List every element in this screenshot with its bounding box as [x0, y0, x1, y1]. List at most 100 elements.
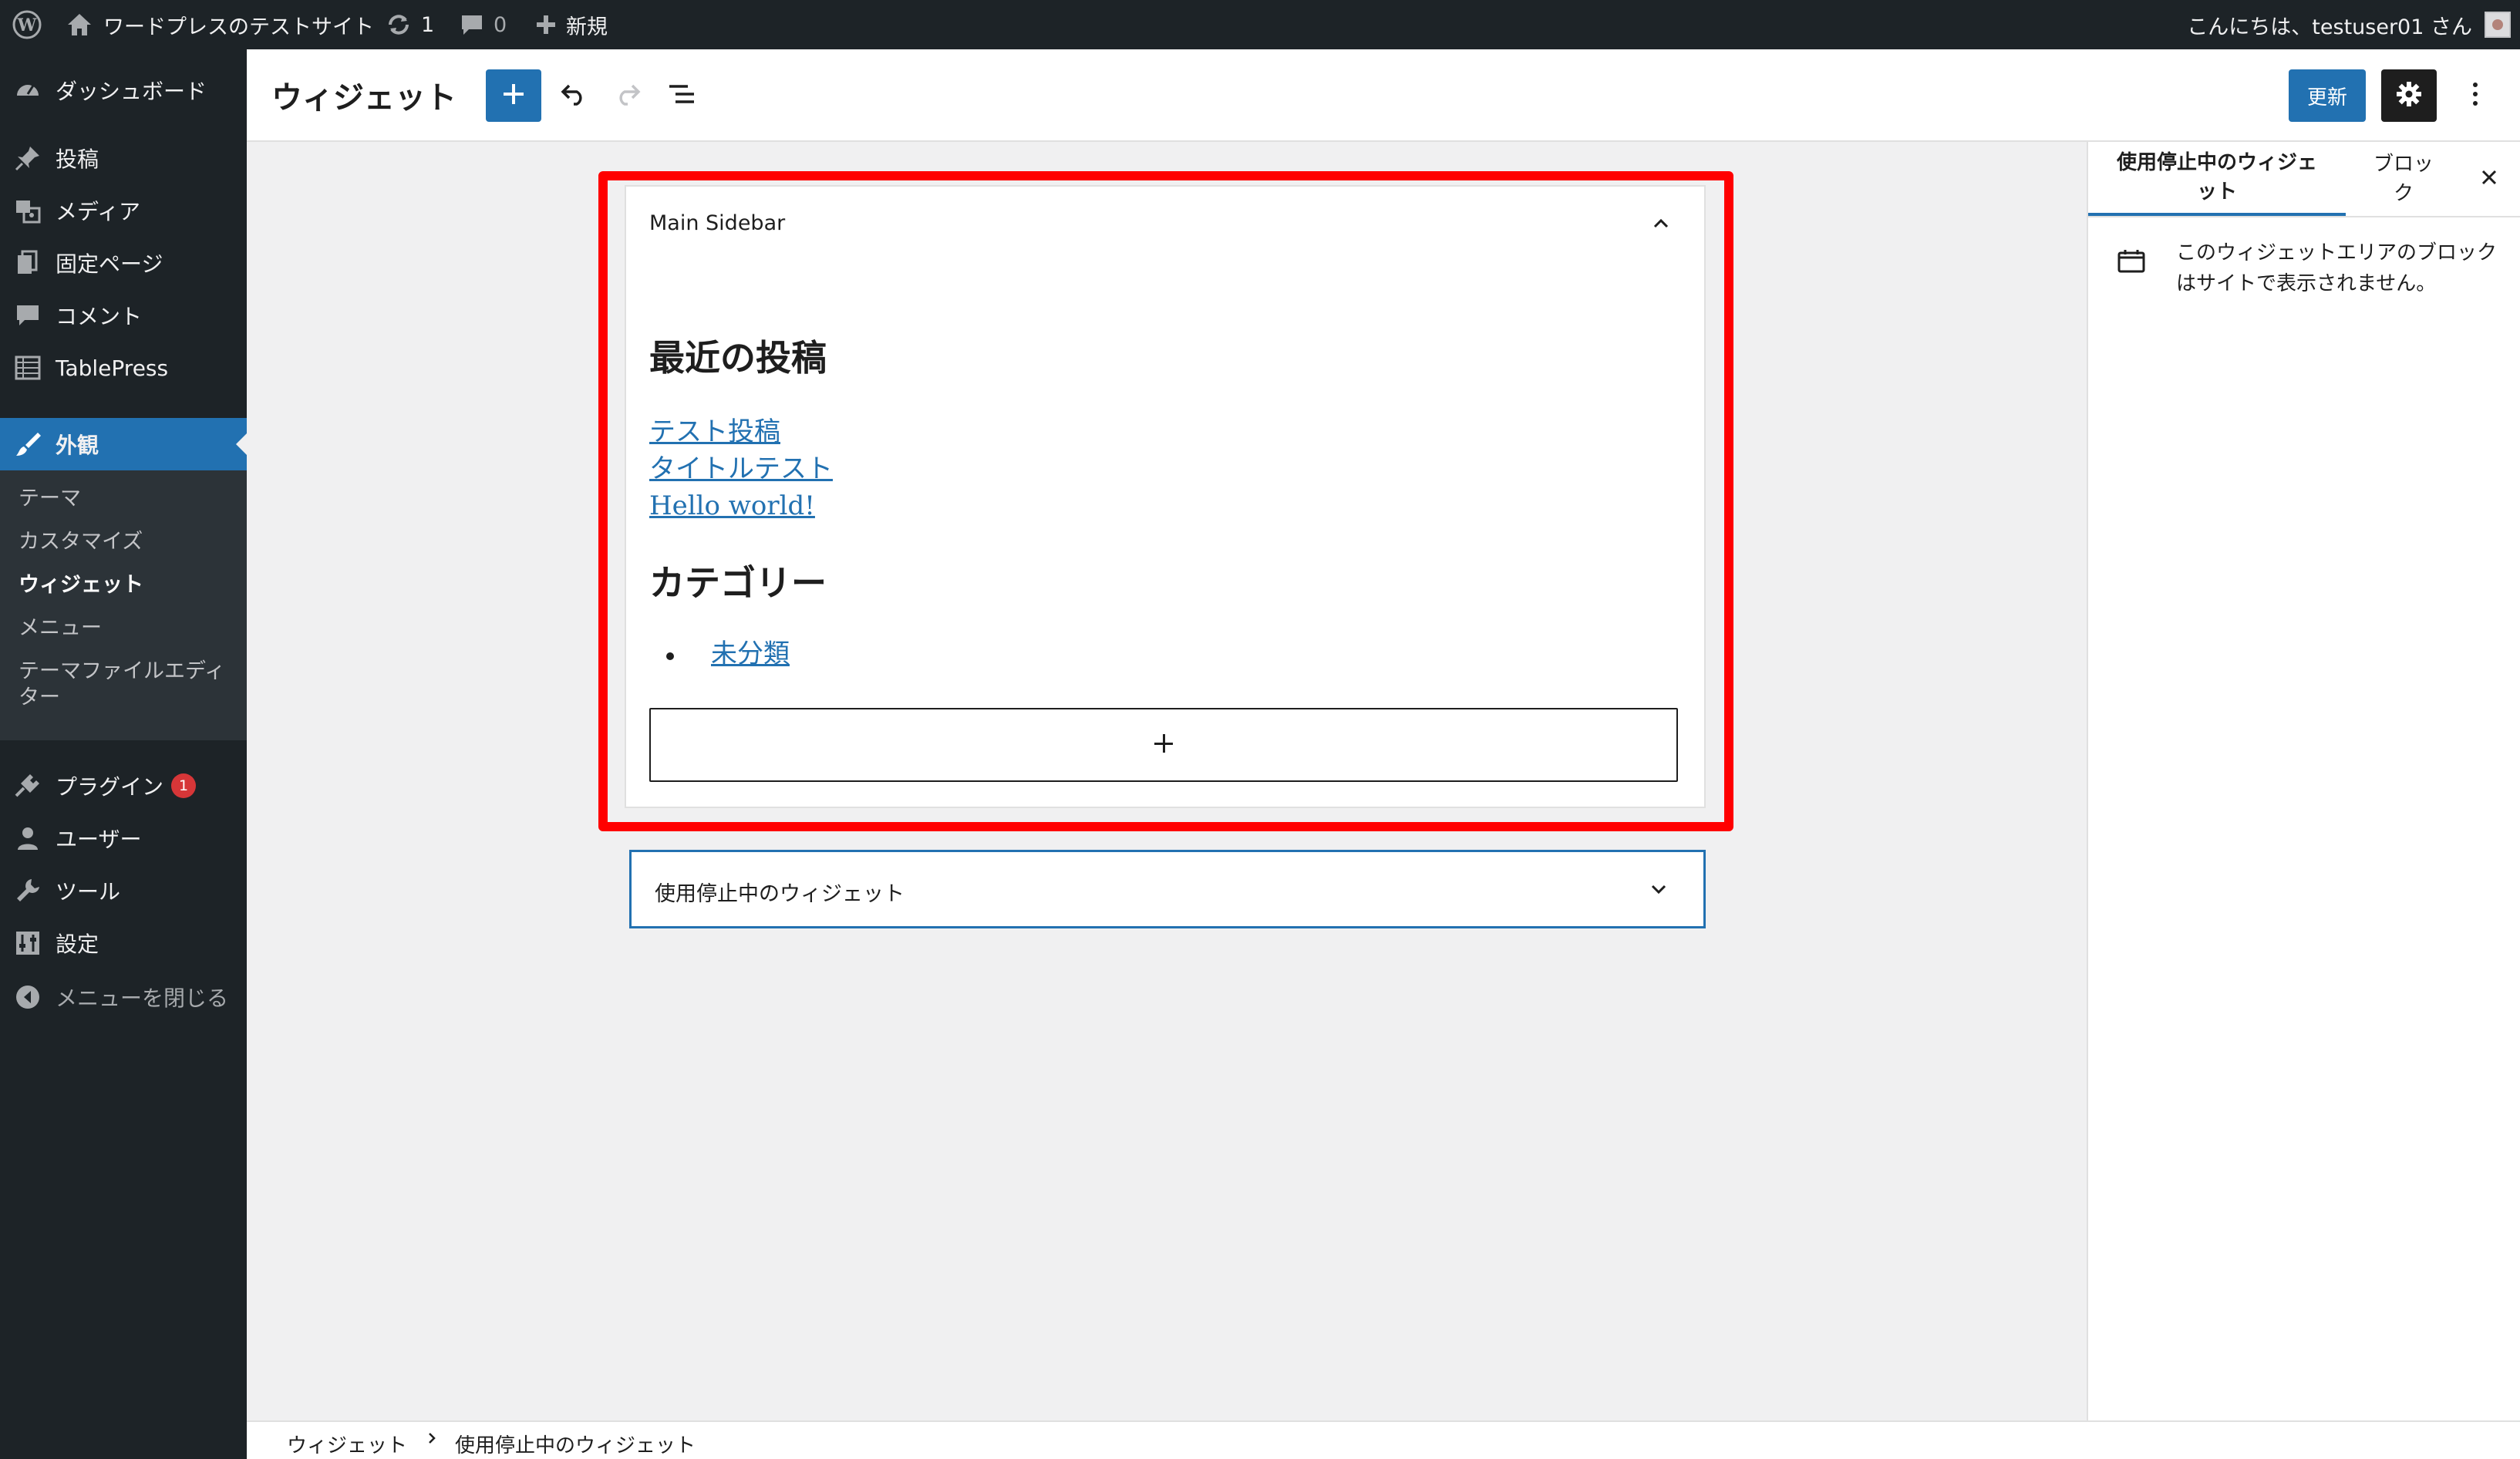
close-icon — [2481, 169, 2498, 189]
sidebar-item-users[interactable]: ユーザー — [0, 816, 247, 861]
sidebar-item-tools[interactable]: ツール — [0, 868, 247, 913]
list-view-button[interactable] — [659, 72, 705, 119]
plus-icon — [1154, 733, 1174, 756]
pin-icon — [14, 144, 42, 172]
tab-block[interactable]: ブロッ ク — [2346, 142, 2461, 216]
breadcrumb-current[interactable]: 使用停止中のウィジェット — [455, 1430, 696, 1458]
home-icon — [66, 12, 93, 37]
kebab-menu-icon — [2472, 82, 2478, 110]
collapse-menu-button[interactable]: メニューを閉じる — [0, 975, 247, 1019]
widget-area-description: このウィジェットエリアのブロック はサイトで表示されません。 — [2176, 238, 2500, 299]
sidebar-item-label: メディア — [56, 199, 141, 224]
plugin-update-badge: 1 — [171, 773, 196, 798]
submenu-item-customize[interactable]: カスタマイズ — [19, 529, 143, 555]
sidebar-item-label: ユーザー — [56, 827, 142, 852]
appearance-submenu: テーマ カスタマイズ ウィジェット メニュー テーマファイルエディ ター — [0, 470, 247, 740]
widget-area-title: Main Sidebar — [649, 211, 786, 235]
updates-link[interactable]: 1 — [386, 0, 434, 49]
sidebar-item-label: 投稿 — [56, 147, 99, 172]
plugin-icon — [14, 772, 42, 800]
tab-label: ブロッ — [2373, 153, 2434, 176]
page-title: ウィジェット — [271, 80, 456, 116]
account-greeting[interactable]: こんにちは、testuser01 さん — [2187, 0, 2472, 49]
sidebar-item-plugins[interactable]: プラグイン 1 — [0, 763, 247, 808]
collapse-widget-area-button[interactable] — [1646, 210, 1676, 241]
sidebar-item-label: プラグイン — [56, 774, 164, 800]
page-icon — [14, 249, 42, 277]
recent-post-link[interactable]: Hello world! — [649, 487, 815, 524]
more-options-button[interactable] — [2452, 72, 2498, 119]
comment-icon — [14, 302, 42, 329]
submenu-item-label: ター — [19, 686, 60, 709]
new-content-link[interactable]: 新規 — [535, 0, 608, 49]
redo-icon — [614, 83, 642, 109]
submenu-item-widgets[interactable]: ウィジェット — [19, 572, 143, 598]
recent-posts-heading: 最近の投稿 — [649, 337, 827, 379]
breadcrumb: ウィジェット 使用停止中のウィジェット — [247, 1420, 2520, 1459]
sidebar-item-label: 設定 — [56, 932, 99, 957]
avatar[interactable] — [2485, 0, 2511, 49]
submenu-item-menus[interactable]: メニュー — [19, 615, 102, 642]
settings-sliders-icon — [14, 929, 42, 957]
submenu-item-theme-editor[interactable]: テーマファイルエディ ター — [19, 659, 225, 711]
brush-icon — [14, 430, 42, 458]
recent-post-link[interactable]: テスト投稿 — [649, 413, 780, 450]
sidebar-item-label: 外観 — [56, 433, 99, 458]
dashboard-icon — [14, 76, 42, 104]
tab-label: 使用停止中のウィジェ — [2116, 151, 2317, 174]
wordpress-logo-icon[interactable]: W — [12, 0, 42, 49]
undo-button[interactable] — [551, 72, 597, 119]
sidebar-item-pages[interactable]: 固定ページ — [0, 241, 247, 285]
chevron-right-icon — [426, 1428, 438, 1454]
sidebar-item-comments[interactable]: コメント — [0, 293, 247, 338]
submenu-item-label: テーマファイルエディ — [19, 659, 226, 683]
widget-canvas: Main Sidebar 最近の投稿 テスト投稿 タイトルテスト Hello w… — [247, 142, 2087, 1420]
admin-sidebar: ダッシュボード 投稿 メディア 固定ページ コメント TablePress 外観… — [0, 49, 247, 1459]
media-icon — [14, 197, 42, 224]
sidebar-item-media[interactable]: メディア — [0, 188, 247, 233]
main-sidebar-widget-area[interactable]: Main Sidebar 最近の投稿 テスト投稿 タイトルテスト Hello w… — [625, 185, 1706, 808]
tab-label: ット — [2196, 180, 2237, 204]
tab-label: ク — [2393, 182, 2414, 205]
undo-icon — [560, 83, 588, 109]
table-icon — [14, 354, 42, 382]
plus-icon — [535, 14, 557, 35]
user-icon — [14, 824, 42, 852]
submenu-item-theme[interactable]: テーマ — [19, 486, 81, 512]
site-home-link[interactable]: ワードプレスのテストサイト — [66, 0, 374, 49]
admin-bar: W ワードプレスのテストサイト 1 0 新規 こんにちは、testuser01 … — [0, 0, 2520, 49]
close-panel-button[interactable] — [2474, 163, 2505, 194]
comments-link[interactable]: 0 — [460, 0, 507, 49]
categories-heading: カテゴリー — [649, 562, 827, 604]
category-link[interactable]: 未分類 — [711, 635, 790, 672]
redo-button[interactable] — [605, 72, 651, 119]
collapse-arrow-icon — [14, 983, 42, 1011]
sidebar-item-label: ツール — [56, 879, 121, 905]
add-block-button[interactable] — [486, 69, 541, 122]
sidebar-item-tablepress[interactable]: TablePress — [0, 345, 247, 390]
description-line: はサイトで表示されません。 — [2176, 272, 2437, 295]
plus-icon — [502, 83, 525, 109]
settings-sidebar: 使用停止中のウィジェ ット ブロッ ク このウィジェットエリアのブロック はサイ… — [2087, 142, 2520, 1420]
chevron-up-icon — [1652, 217, 1670, 233]
chevron-down-icon — [1649, 883, 1668, 898]
wrench-icon — [14, 877, 42, 905]
tab-inactive-widgets[interactable]: 使用停止中のウィジェ ット — [2088, 142, 2346, 216]
expand-widget-area-button[interactable] — [1643, 875, 1674, 906]
sidebar-item-dashboard[interactable]: ダッシュボード — [0, 68, 247, 113]
update-button[interactable]: 更新 — [2289, 69, 2366, 122]
list-view-icon — [668, 83, 696, 109]
svg-text:W: W — [17, 15, 37, 35]
breadcrumb-root[interactable]: ウィジェット — [287, 1430, 407, 1458]
sidebar-item-label: 固定ページ — [56, 251, 163, 277]
inactive-widgets-area[interactable]: 使用停止中のウィジェット — [629, 850, 1706, 928]
updates-count: 1 — [421, 12, 435, 37]
sidebar-item-settings[interactable]: 設定 — [0, 921, 247, 965]
gear-icon — [2396, 81, 2422, 110]
sidebar-item-posts[interactable]: 投稿 — [0, 136, 247, 180]
recent-post-link[interactable]: タイトルテスト — [649, 450, 833, 487]
block-appender-button[interactable] — [649, 708, 1678, 782]
sidebar-item-appearance[interactable]: 外観 — [0, 418, 247, 470]
widget-area-title: 使用停止中のウィジェット — [655, 882, 905, 906]
settings-toggle-button[interactable] — [2381, 69, 2437, 122]
